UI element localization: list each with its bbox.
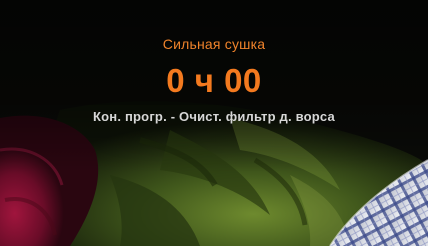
status-message: Кон. прогр. - Очист. фильтр д. ворса [93, 109, 335, 124]
program-name-label: Сильная сушка [162, 36, 266, 52]
dryer-display-screen: Сильная сушка 0 ч 00 Кон. прогр. - Очист… [0, 0, 428, 246]
remaining-time-readout: 0 ч 00 [166, 62, 262, 99]
